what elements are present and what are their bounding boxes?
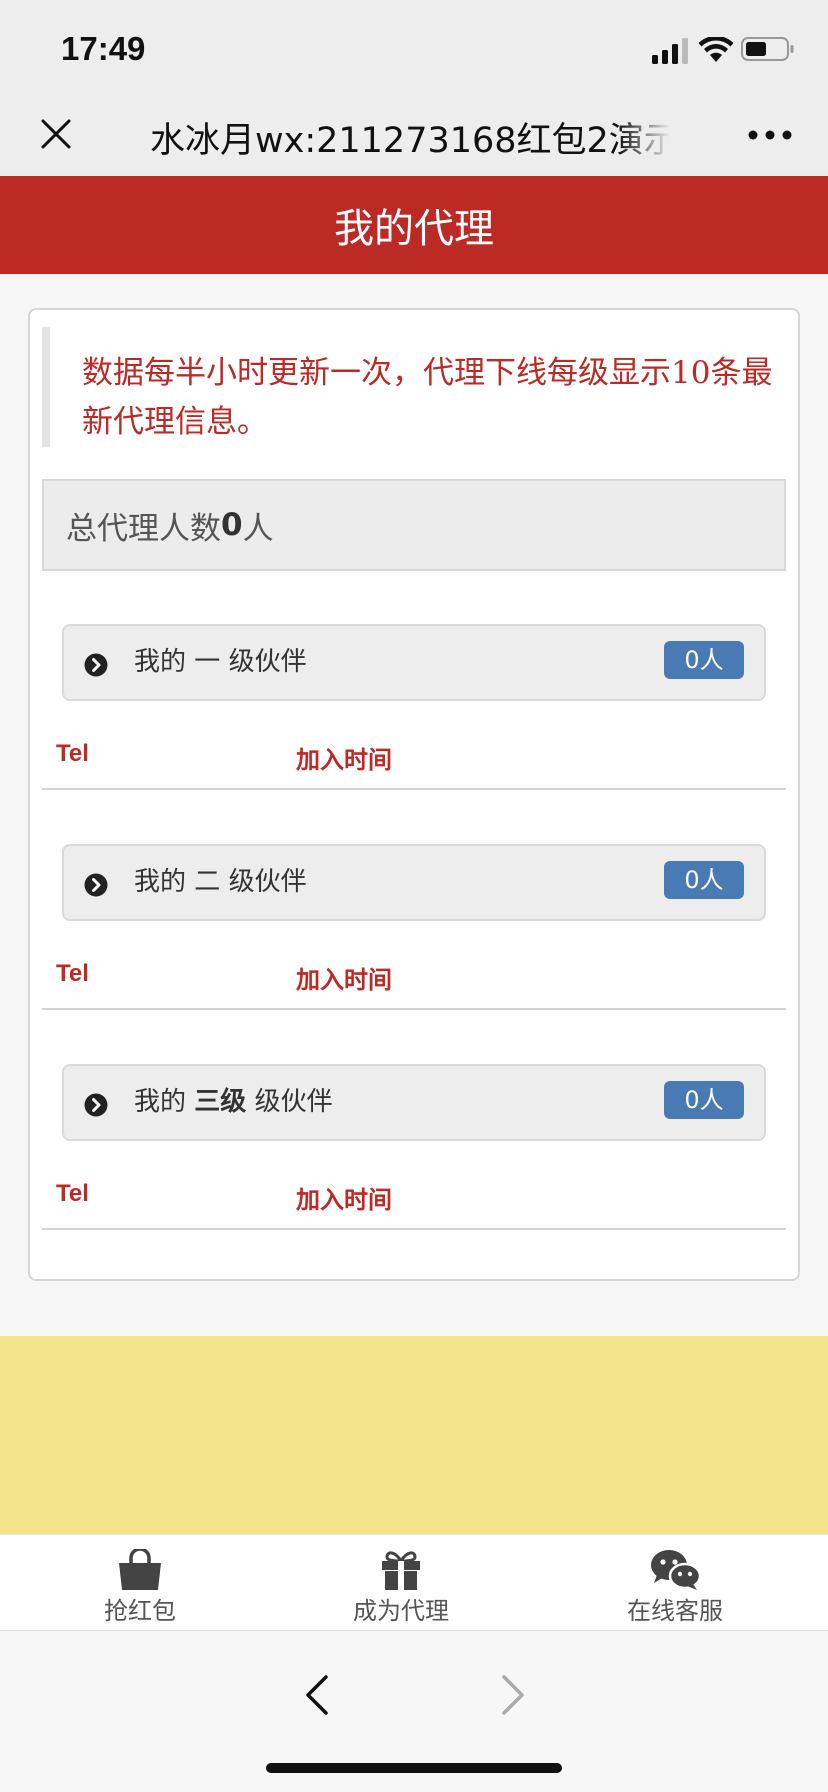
page-title: 水冰月wx:211273168红包2演示 bbox=[150, 121, 670, 161]
status-bar: 17:49 bbox=[0, 0, 828, 98]
join-time-column-header: 加入时间 bbox=[296, 966, 392, 994]
more-icon[interactable] bbox=[748, 128, 792, 142]
shopping-bag-icon bbox=[119, 1549, 161, 1590]
cellular-signal-icon bbox=[652, 38, 688, 64]
level-2-bar[interactable]: 我的 二 级伙伴 0人 bbox=[62, 844, 766, 921]
level-3-bar[interactable]: 我的 三级 级伙伴 0人 bbox=[62, 1064, 766, 1141]
browser-toolbar bbox=[0, 1630, 828, 1792]
join-time-column-header: 加入时间 bbox=[296, 746, 392, 774]
level-1-label: 我的 一 级伙伴 bbox=[134, 647, 307, 677]
tab-grab-red-packet[interactable]: 抢红包 bbox=[40, 1535, 240, 1631]
back-arrow-icon[interactable] bbox=[300, 1673, 334, 1717]
tel-column-header: Tel bbox=[56, 1180, 89, 1207]
divider bbox=[42, 1008, 786, 1010]
join-time-column-header: 加入时间 bbox=[296, 1186, 392, 1214]
battery-icon bbox=[741, 37, 794, 61]
chevron-right-circle-icon bbox=[84, 1093, 108, 1117]
divider bbox=[42, 1228, 786, 1230]
close-icon[interactable] bbox=[40, 118, 72, 150]
ad-banner bbox=[0, 1336, 828, 1534]
home-indicator bbox=[266, 1763, 562, 1773]
wechat-icon bbox=[651, 1550, 701, 1590]
forward-arrow-icon[interactable] bbox=[496, 1673, 530, 1717]
total-label: 总代理人数 bbox=[66, 510, 221, 547]
chevron-right-circle-icon bbox=[84, 653, 108, 677]
tab-become-agent[interactable]: 成为代理 bbox=[301, 1535, 501, 1631]
level-3-label: 我的 三级 级伙伴 bbox=[134, 1087, 333, 1117]
header-title: 我的代理 bbox=[334, 206, 494, 252]
total-agents-box: 总代理人数 0 人 bbox=[42, 479, 786, 571]
tab-label: 抢红包 bbox=[104, 1597, 176, 1625]
level-1-count-badge: 0人 bbox=[664, 641, 744, 679]
agent-panel: 数据每半小时更新一次，代理下线每级显示10条最新代理信息。 总代理人数 0 人 我的… bbox=[28, 308, 800, 1281]
level-2-label: 我的 二 级伙伴 bbox=[134, 867, 307, 897]
divider bbox=[42, 788, 786, 790]
tab-label: 成为代理 bbox=[353, 1597, 449, 1625]
gift-icon bbox=[382, 1551, 420, 1590]
level-3-count-badge: 0人 bbox=[664, 1081, 744, 1119]
total-count: 0 bbox=[221, 507, 243, 543]
chevron-right-circle-icon bbox=[84, 873, 108, 897]
wifi-icon bbox=[698, 37, 734, 62]
tab-online-service[interactable]: 在线客服 bbox=[575, 1535, 775, 1631]
bottom-tab-bar: 抢红包 成为代理 在线客服 bbox=[0, 1534, 828, 1630]
tel-column-header: Tel bbox=[56, 960, 89, 987]
level-1-bar[interactable]: 我的 一 级伙伴 0人 bbox=[62, 624, 766, 701]
page-header: 我的代理 bbox=[0, 176, 828, 274]
level-2-count-badge: 0人 bbox=[664, 861, 744, 899]
tel-column-header: Tel bbox=[56, 740, 89, 767]
total-unit: 人 bbox=[242, 510, 274, 547]
update-notice: 数据每半小时更新一次，代理下线每级显示10条最新代理信息。 bbox=[42, 327, 782, 447]
wechat-title-bar: 水冰月wx:211273168红包2演示 bbox=[0, 98, 828, 176]
status-time: 17:49 bbox=[61, 30, 146, 67]
tab-label: 在线客服 bbox=[627, 1597, 723, 1625]
